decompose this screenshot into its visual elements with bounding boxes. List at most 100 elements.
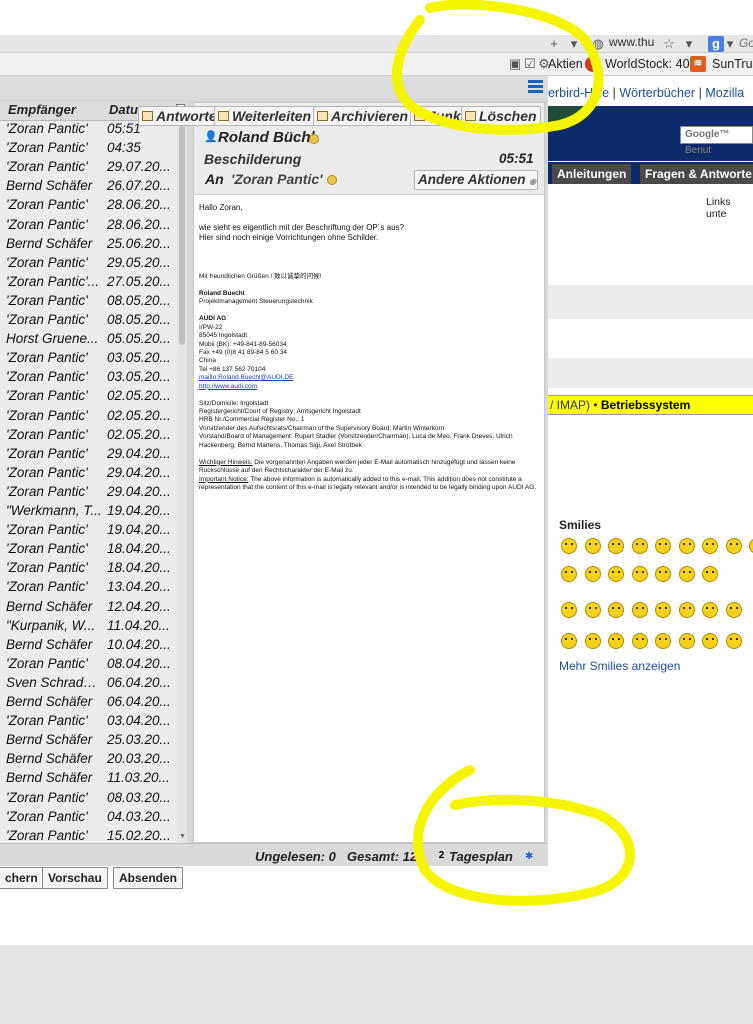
message-row[interactable]: 'Zoran Pantic' 29.04.20... [0,446,177,465]
smiley-icon[interactable] [608,602,624,618]
junk-button[interactable]: Junk [410,106,465,126]
scrollbar-thumb[interactable] [179,125,185,345]
message-row[interactable]: 'Zoran Pantic' 04.03.20... [0,809,177,828]
recipient-star-icon[interactable] [327,175,337,185]
message-row[interactable]: 'Zoran Pantic' 03.04.20... [0,713,177,732]
message-row[interactable]: 'Zoran Pantic' 02.05.20... [0,408,177,427]
smiley-icon[interactable] [655,538,671,554]
message-row[interactable]: 'Zoran Pantic' 19.04.20... [0,522,177,541]
contact-star-icon[interactable] [309,134,319,144]
smiley-icon[interactable] [702,566,718,582]
message-row[interactable]: 'Zoran Pantic' 29.04.20... [0,484,177,503]
smiley-icon[interactable] [561,538,577,554]
save-button[interactable]: chern [0,867,44,889]
pin-icon[interactable]: ✱ [525,851,533,862]
bookmark-aktien[interactable]: Aktien [548,57,583,71]
smiley-icon[interactable] [655,633,671,649]
message-list[interactable]: 'Zoran Pantic' 05:51 'Zoran Pantic' 04:35 'Z… [0,121,177,843]
search-field-hint[interactable]: Go [739,36,753,50]
tab-fragen-antworten[interactable]: Fragen & Antworte [640,164,753,184]
message-row[interactable]: Bernd Schäfer 25.03.20... [0,732,177,751]
smiley-icon[interactable] [561,633,577,649]
menu-icon[interactable] [528,80,543,94]
signature-web-link[interactable]: http://www.audi.com [199,383,541,391]
message-row[interactable]: 'Zoran Pantic' 04:35 [0,140,177,159]
scroll-down-arrow-icon[interactable]: ▼ [179,833,186,840]
message-row[interactable]: 'Zoran Pantic' 03.05.20... [0,369,177,388]
url-field[interactable]: www.thu [609,35,654,49]
more-smilies-link[interactable]: Mehr Smilies anzeigen [559,659,680,673]
nav-link-help[interactable]: erbird-Hilfe [548,86,609,100]
other-actions-button[interactable]: Andere Aktionen ◉ [414,170,538,190]
message-row[interactable]: Sven Schrader... 06.04.20... [0,675,177,694]
google-search-input[interactable]: Google™ Benut [680,126,753,156]
message-row[interactable]: 'Zoran Pantic' 28.06.20... [0,197,177,216]
smiley-icon[interactable] [631,633,648,649]
smiley-icon[interactable] [655,566,671,582]
smiley-icon[interactable] [678,566,695,582]
tab-anleitungen[interactable]: Anleitungen [552,164,632,184]
message-row[interactable]: 'Zoran Pantic' 18.04.20... [0,560,177,579]
smiley-icon[interactable] [725,633,742,649]
message-row[interactable]: 'Zoran Pantic' 08.05.20... [0,293,177,312]
signature-email-link[interactable]: mailto:Roland.Buechl@AUDI.DE [199,374,541,382]
send-button[interactable]: Absenden [113,867,184,889]
smiley-icon[interactable] [608,633,624,649]
message-row[interactable]: Bernd Schäfer 25.06.20... [0,236,177,255]
dropdown-icon[interactable]: ▾ [681,36,697,52]
smiley-icon[interactable] [584,538,601,554]
message-row[interactable]: 'Zoran Pantic' 02.05.20... [0,388,177,407]
message-row[interactable]: Bernd Schäfer 20.03.20... [0,751,177,770]
message-row[interactable]: 'Zoran Pantic' 08.05.20... [0,312,177,331]
smiley-icon[interactable] [655,602,671,618]
smiley-icon[interactable] [584,566,601,582]
smiley-icon[interactable] [631,566,648,582]
message-row[interactable]: 'Zoran Pantic' 29.04.20... [0,465,177,484]
bookmark-worldstock[interactable]: WorldStock: 40 [605,57,690,71]
smiley-icon[interactable] [584,602,601,618]
note-icon[interactable]: ▣ [507,56,523,72]
day-plan-button[interactable]: Tagesplan [449,849,513,864]
google-search-icon[interactable]: g [708,36,724,52]
add-icon[interactable]: + [546,36,562,52]
message-row[interactable]: Bernd Schäfer 06.04.20... [0,694,177,713]
smiley-icon[interactable] [725,602,742,618]
message-row[interactable]: 'Zoran Pantic' 28.06.20... [0,217,177,236]
smiley-icon[interactable] [725,538,742,554]
smiley-icon[interactable] [678,538,695,554]
smiley-icon[interactable] [608,566,624,582]
delete-button[interactable]: Löschen [461,106,541,126]
smiley-icon[interactable] [584,633,601,649]
smiley-icon[interactable] [702,633,718,649]
message-row[interactable]: 'Zoran Pantic'... 27.05.20... [0,274,177,293]
smiley-icon[interactable] [678,602,695,618]
smiley-icon[interactable] [561,566,577,582]
message-row[interactable]: 'Zoran Pantic' 02.05.20... [0,427,177,446]
message-row[interactable]: "Kurpanik, W... 11.04.20... [0,618,177,637]
message-row[interactable]: Bernd Schäfer 11.03.20... [0,770,177,789]
smiley-icon[interactable] [678,633,695,649]
preview-button[interactable]: Vorschau [42,867,108,889]
bookmark-suntrust[interactable]: SunTrus [712,57,753,71]
message-row[interactable]: Horst Gruene... 05.05.20... [0,331,177,350]
message-row[interactable]: Bernd Schäfer 10.04.20... [0,637,177,656]
archive-button[interactable]: Archivieren [313,106,413,126]
calendar-icon[interactable]: 2 [436,850,447,862]
message-row[interactable]: 'Zoran Pantic' 13.04.20... [0,579,177,598]
message-row[interactable]: 'Zoran Pantic' 29.07.20... [0,159,177,178]
smiley-icon[interactable] [702,538,718,554]
nav-link-mozilla[interactable]: Mozilla [705,86,744,100]
message-row[interactable]: 'Zoran Pantic' 15.02.20... [0,828,177,843]
message-row[interactable]: 'Zoran Pantic' 08.03.20... [0,790,177,809]
dropdown-icon[interactable]: ▾ [725,36,735,52]
message-row[interactable]: 'Zoran Pantic' 03.05.20... [0,350,177,369]
column-header-recipient[interactable]: Empfänger [8,102,76,117]
message-row[interactable]: 'Zoran Pantic' 18.04.20... [0,541,177,560]
smiley-icon[interactable] [702,602,718,618]
recipient-name[interactable]: 'Zoran Pantic' [231,171,322,187]
dropdown-icon[interactable]: ▾ [566,36,582,52]
smiley-icon[interactable] [608,538,624,554]
smiley-icon[interactable] [631,602,648,618]
smiley-icon[interactable] [561,602,577,618]
forward-button[interactable]: Weiterleiten [214,106,316,126]
